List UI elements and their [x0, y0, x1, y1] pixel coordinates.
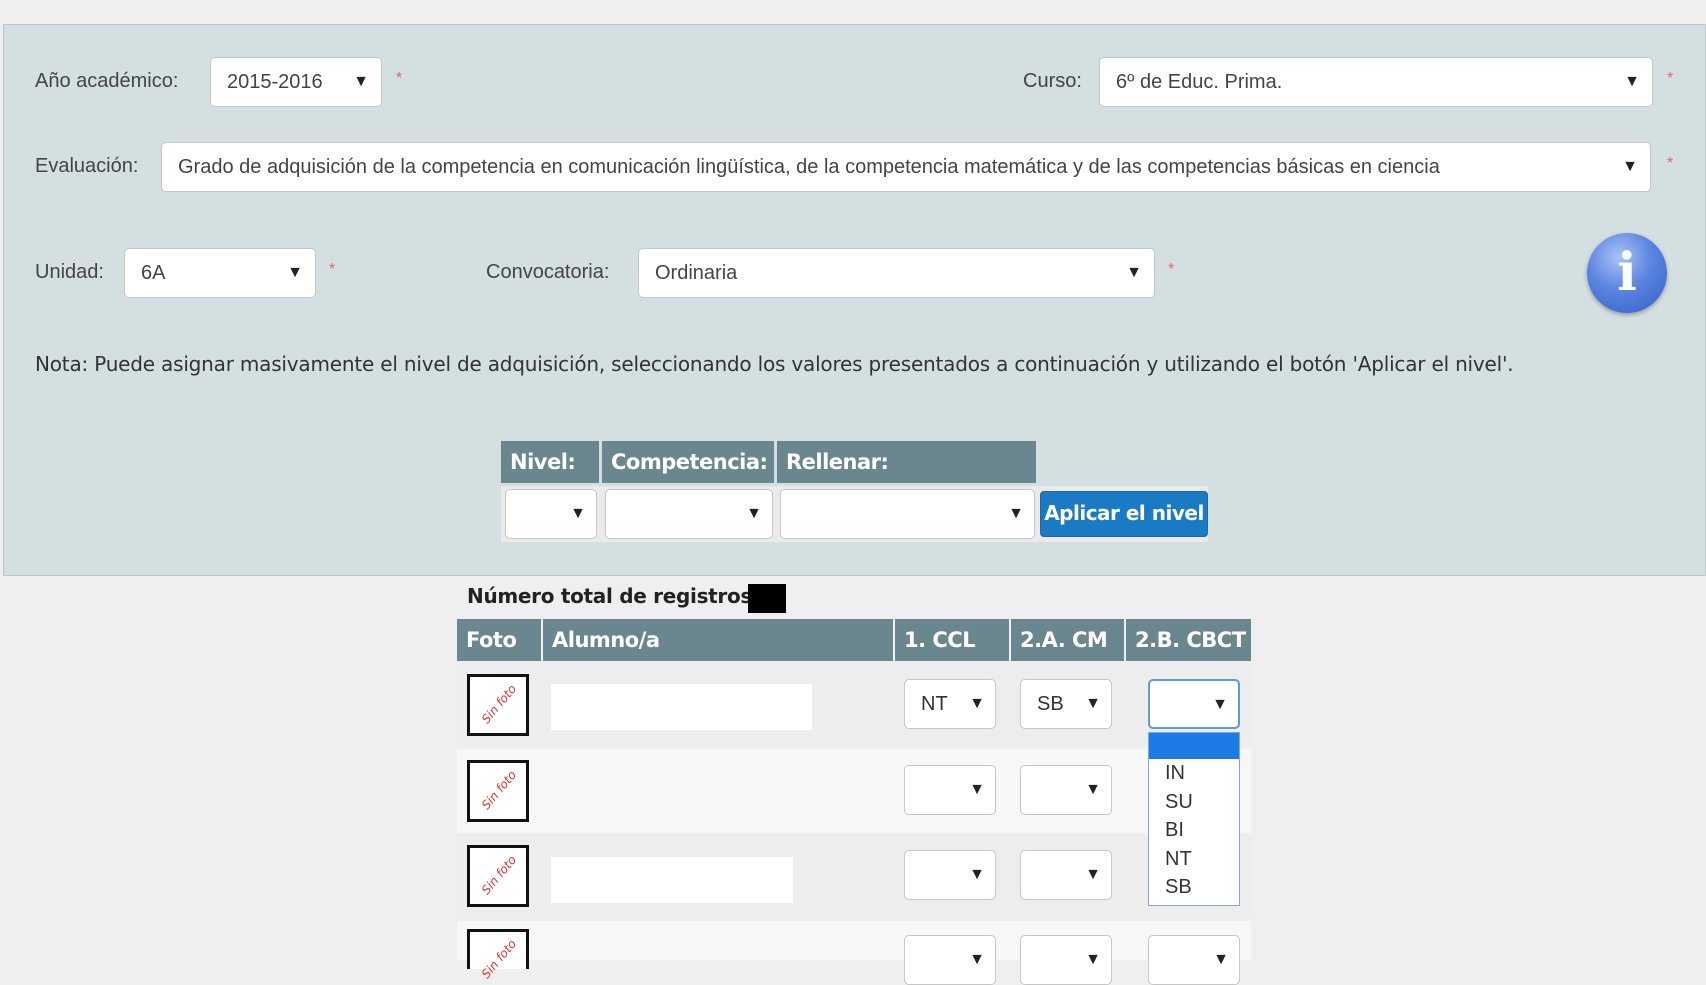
chevron-down-icon: ▼: [1085, 781, 1101, 798]
cm-value: SB: [1037, 693, 1064, 715]
no-photo-text: Sin foto: [478, 936, 520, 982]
chevron-down-icon: ▼: [1120, 249, 1142, 297]
chevron-down-icon: ▼: [570, 505, 586, 522]
col-ccl: 1. CCL: [895, 619, 1009, 661]
chevron-down-icon: ▼: [1085, 951, 1101, 968]
unidad-select[interactable]: 6A ▼: [124, 248, 316, 298]
chevron-down-icon: ▼: [969, 951, 985, 968]
student-photo: Sin foto: [467, 674, 529, 736]
ccl-select[interactable]: ▼: [904, 850, 996, 900]
chevron-down-icon: ▼: [1618, 58, 1640, 106]
anio-label: Año académico:: [35, 70, 179, 92]
col-cbct: 2.B. CBCT: [1126, 619, 1251, 661]
student-photo: Sin foto: [467, 929, 529, 981]
col-cm: 2.A. CM: [1011, 619, 1124, 661]
chevron-down-icon: ▼: [969, 695, 985, 712]
required-mark: *: [1667, 155, 1674, 172]
curso-label: Curso:: [1023, 70, 1082, 92]
table-row: [457, 921, 1251, 960]
dropdown-option[interactable]: SU: [1149, 788, 1239, 817]
no-photo-text: Sin foto: [478, 767, 520, 813]
cbct-select[interactable]: ▼: [1148, 679, 1240, 729]
dropdown-option[interactable]: BI: [1149, 816, 1239, 845]
apply-level-button[interactable]: Aplicar el nivel: [1040, 491, 1208, 537]
chevron-down-icon: ▼: [1008, 505, 1024, 522]
ccl-select[interactable]: NT ▼: [904, 679, 996, 729]
no-photo-text: Sin foto: [478, 852, 520, 898]
cm-select[interactable]: ▼: [1020, 935, 1112, 985]
required-mark: *: [329, 261, 336, 278]
cbct-select[interactable]: ▼: [1148, 935, 1240, 985]
no-photo-text: Sin foto: [478, 681, 520, 727]
ccl-value: NT: [921, 693, 948, 715]
col-foto: Foto: [457, 619, 541, 661]
curso-value: 6º de Educ. Prima.: [1116, 71, 1283, 93]
chevron-down-icon: ▼: [281, 249, 303, 297]
dropdown-option-empty[interactable]: [1149, 733, 1239, 759]
chevron-down-icon: ▼: [1085, 866, 1101, 883]
student-name-redacted: [551, 684, 812, 730]
note-text: Nota: Puede asignar masivamente el nivel…: [35, 352, 1514, 376]
nivel-select[interactable]: ▼: [505, 489, 597, 539]
chevron-down-icon: ▼: [1213, 951, 1229, 968]
record-count-redacted: [748, 584, 786, 613]
chevron-down-icon: ▼: [746, 505, 762, 522]
nivel-header: Nivel:: [501, 441, 599, 483]
required-mark: *: [1667, 70, 1674, 87]
competencia-select[interactable]: ▼: [605, 489, 773, 539]
info-icon[interactable]: i: [1587, 233, 1667, 313]
convocatoria-select[interactable]: Ordinaria ▼: [638, 248, 1155, 298]
student-photo: Sin foto: [467, 845, 529, 907]
col-alumno: Alumno/a: [543, 619, 893, 661]
anio-value: 2015-2016: [227, 71, 323, 93]
evaluacion-label: Evaluación:: [35, 155, 139, 177]
chevron-down-icon: ▼: [969, 781, 985, 798]
chevron-down-icon: ▼: [969, 866, 985, 883]
anio-select[interactable]: 2015-2016 ▼: [210, 57, 382, 107]
required-mark: *: [1168, 261, 1175, 278]
dropdown-option[interactable]: SB: [1149, 873, 1239, 902]
convocatoria-value: Ordinaria: [655, 262, 738, 284]
rellenar-select[interactable]: ▼: [780, 489, 1035, 539]
curso-select[interactable]: 6º de Educ. Prima. ▼: [1099, 57, 1653, 107]
competencia-header: Competencia:: [602, 441, 774, 483]
dropdown-option[interactable]: NT: [1149, 845, 1239, 874]
cm-select[interactable]: SB ▼: [1020, 679, 1112, 729]
chevron-down-icon: ▼: [1085, 695, 1101, 712]
convocatoria-label: Convocatoria:: [486, 261, 610, 283]
chevron-down-icon: ▼: [347, 58, 369, 106]
unidad-label: Unidad:: [35, 261, 104, 283]
unidad-value: 6A: [141, 262, 166, 284]
chevron-down-icon: ▼: [1212, 696, 1228, 713]
evaluacion-select[interactable]: Grado de adquisición de la competencia e…: [161, 142, 1651, 192]
evaluacion-value: Grado de adquisición de la competencia e…: [178, 156, 1440, 178]
rellenar-header: Rellenar:: [777, 441, 1036, 483]
table-row: [457, 749, 1251, 833]
student-name-redacted: [551, 857, 793, 903]
record-count-label: Número total de registros:: [467, 584, 760, 608]
cbct-dropdown-list[interactable]: IN SU BI NT SB: [1148, 732, 1240, 906]
chevron-down-icon: ▼: [1616, 143, 1638, 191]
ccl-select[interactable]: ▼: [904, 935, 996, 985]
required-mark: *: [396, 70, 403, 87]
cm-select[interactable]: ▼: [1020, 765, 1112, 815]
student-photo: Sin foto: [467, 760, 529, 822]
dropdown-option[interactable]: IN: [1149, 759, 1239, 788]
ccl-select[interactable]: ▼: [904, 765, 996, 815]
cm-select[interactable]: ▼: [1020, 850, 1112, 900]
